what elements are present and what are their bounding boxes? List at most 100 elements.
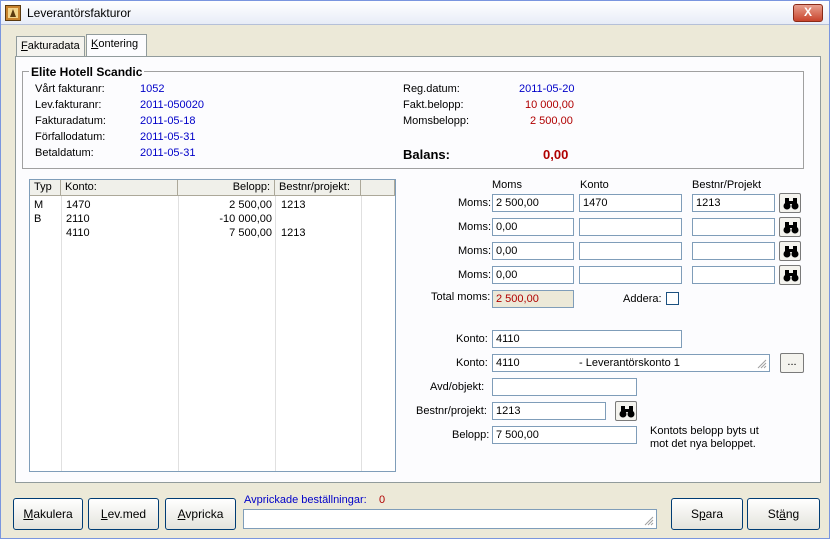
label-vart-fakturanr: Vårt fakturanr:: [35, 83, 105, 95]
moms-bestnr-input[interactable]: [692, 266, 775, 284]
close-icon: X: [803, 5, 812, 19]
avd-objekt-label: Avd/objekt:: [430, 381, 485, 393]
grid-header: Typ Konto: Belopp: Bestnr/projekt:: [30, 180, 395, 196]
search-bestnr-button[interactable]: [779, 217, 801, 237]
konto-input[interactable]: 4110: [492, 330, 682, 348]
close-button[interactable]: X: [793, 4, 823, 22]
cell-belopp: 7 500,00: [229, 227, 272, 239]
resize-grip-icon: [644, 516, 654, 526]
moms-amount-input[interactable]: 0,00: [492, 266, 574, 284]
value-vart-fakturanr: 1052: [140, 83, 165, 95]
search-projekt-button[interactable]: [615, 401, 637, 421]
binoculars-icon: [619, 406, 635, 418]
col-belopp[interactable]: Belopp:: [178, 180, 275, 196]
cell-belopp: -10 000,00: [219, 213, 272, 225]
bestnr-projekt-input[interactable]: 1213: [492, 402, 606, 420]
cell-belopp: 2 500,00: [229, 199, 272, 211]
col-filler: [361, 180, 395, 196]
avd-objekt-input[interactable]: [492, 378, 637, 396]
moms-konto-input[interactable]: [579, 266, 682, 284]
bestnr-projekt-label: Bestnr/projekt:: [416, 405, 487, 417]
cell-typ: M: [34, 199, 44, 211]
cell-konto: 4110: [66, 227, 90, 239]
avprickade-label: Avprickade beställningar:: [244, 494, 367, 506]
company-name: Elite Hotell Scandic: [29, 65, 145, 79]
resize-grip-icon: [757, 359, 767, 369]
avprickade-field[interactable]: [243, 509, 657, 529]
app-icon: [5, 5, 21, 21]
label-forfallodatum: Förfallodatum:: [35, 131, 106, 143]
belopp-input[interactable]: 7 500,00: [492, 426, 637, 444]
moms-konto-input[interactable]: [579, 218, 682, 236]
moms-bestnr-input[interactable]: [692, 218, 775, 236]
bestnr-col-header: Bestnr/Projekt: [692, 179, 762, 191]
grid-divider: [61, 196, 62, 471]
konto-name: - Leverantörskonto 1: [579, 357, 680, 369]
binoculars-icon: [783, 222, 799, 234]
lev-med-button[interactable]: Lev.med: [88, 498, 159, 530]
window-title: Leverantörsfakturor: [27, 6, 132, 20]
value-forfallodatum: 2011-05-31: [140, 131, 196, 143]
moms-row-label: Moms:: [458, 221, 491, 233]
label-fakt-belopp: Fakt.belopp:: [403, 99, 464, 111]
label-momsbelopp: Momsbelopp:: [403, 115, 470, 127]
title-bar[interactable]: Leverantörsfakturor X: [1, 1, 829, 25]
grid-divider: [361, 196, 362, 471]
total-moms-value: 2 500,00: [492, 290, 574, 308]
cell-bestnr: 1213: [281, 227, 306, 239]
addera-label: Addera:: [623, 293, 662, 305]
moms-bestnr-input[interactable]: 1213: [692, 194, 775, 212]
col-konto[interactable]: Konto:: [61, 180, 178, 196]
value-momsbelopp: 2 500,00: [530, 115, 573, 127]
cell-bestnr: 1213: [281, 199, 306, 211]
label-reg-datum: Reg.datum:: [403, 83, 460, 95]
col-bestnr[interactable]: Bestnr/projekt:: [275, 180, 361, 196]
moms-amount-input[interactable]: 2 500,00: [492, 194, 574, 212]
value-reg-datum: 2011-05-20: [519, 83, 575, 95]
konto-select-field[interactable]: 4110 - Leverantörskonto 1: [492, 354, 770, 372]
addera-checkbox[interactable]: [666, 292, 679, 305]
binoculars-icon: [783, 198, 799, 210]
avpricka-button[interactable]: Avpricka: [165, 498, 236, 530]
moms-row-label: Moms:: [458, 245, 491, 257]
label-fakturadatum: Fakturadatum:: [35, 115, 106, 127]
balans-value: 0,00: [543, 147, 569, 162]
moms-konto-input[interactable]: 1470: [579, 194, 682, 212]
grid-divider: [178, 196, 179, 471]
tab-panel-kontering: Elite Hotell Scandic Vårt fakturanr: 105…: [15, 56, 821, 483]
moms-row-label: Moms:: [458, 197, 491, 209]
total-moms-label: Total moms:: [431, 291, 491, 303]
grid-divider: [275, 196, 276, 471]
konto-label: Konto:: [456, 333, 488, 345]
main-window: Leverantörsfakturor X Fakturadata Konter…: [0, 0, 830, 539]
moms-row-label: Moms:: [458, 269, 491, 281]
avprickade-count: 0: [379, 494, 386, 506]
moms-bestnr-input[interactable]: [692, 242, 775, 260]
balans-label: Balans:: [403, 147, 450, 162]
kontering-grid[interactable]: Typ Konto: Belopp: Bestnr/projekt: M 147…: [29, 179, 396, 472]
tab-fakturadata[interactable]: Fakturadata: [16, 36, 85, 56]
moms-amount-input[interactable]: 0,00: [492, 242, 574, 260]
value-lev-fakturanr: 2011-050020: [140, 99, 205, 111]
cell-konto: 1470: [66, 199, 91, 211]
belopp-note-line1: Kontots belopp byts ut: [650, 425, 759, 437]
search-bestnr-button[interactable]: [779, 265, 801, 285]
col-typ[interactable]: Typ: [30, 180, 61, 196]
moms-col-header: Moms: [492, 179, 522, 191]
konto-browse-button[interactable]: ...: [780, 353, 804, 373]
search-bestnr-button[interactable]: [779, 193, 801, 213]
spara-button[interactable]: Spara: [671, 498, 743, 530]
moms-konto-input[interactable]: [579, 242, 682, 260]
label-betaldatum: Betaldatum:: [35, 147, 94, 159]
tab-kontering[interactable]: Kontering: [86, 34, 147, 56]
value-fakt-belopp: 10 000,00: [525, 99, 574, 111]
konto-col-header: Konto: [580, 179, 609, 191]
search-bestnr-button[interactable]: [779, 241, 801, 261]
stang-button[interactable]: Stäng: [747, 498, 820, 530]
value-betaldatum: 2011-05-31: [140, 147, 196, 159]
moms-amount-input[interactable]: 0,00: [492, 218, 574, 236]
konto2-label: Konto:: [456, 357, 488, 369]
belopp-label: Belopp:: [452, 429, 490, 441]
makulera-button[interactable]: Makulera: [13, 498, 83, 530]
value-fakturadatum: 2011-05-18: [140, 115, 196, 127]
